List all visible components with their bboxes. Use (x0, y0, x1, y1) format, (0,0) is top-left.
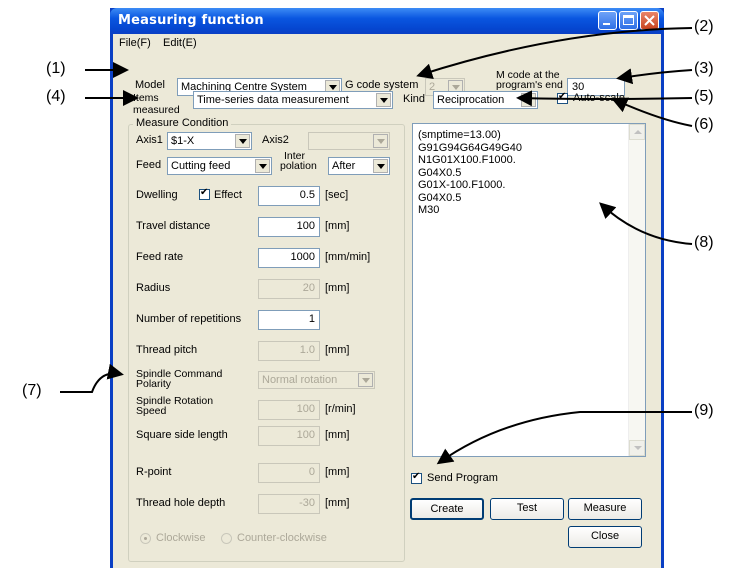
feed-select[interactable]: Cutting feed (167, 157, 272, 175)
scroll-down-icon[interactable] (629, 440, 645, 456)
square-side-input[interactable]: 100 (258, 426, 320, 446)
axis1-value: $1-X (171, 135, 195, 147)
measure-condition-title: Measure Condition (133, 117, 232, 129)
thread-hole-depth-unit: [mm] (325, 497, 350, 509)
kind-select-value: Reciprocation (437, 94, 505, 106)
feed-value: Cutting feed (171, 160, 231, 172)
chevron-down-icon (521, 93, 536, 107)
feed-label: Feed (136, 159, 162, 171)
items-measured-select[interactable]: Time-series data measurement (193, 91, 393, 109)
program-text: (smptime=13.00) G91G94G64G49G40 N1G01X10… (418, 129, 522, 216)
dwelling-unit: [sec] (325, 189, 349, 201)
items-measured-value: Time-series data measurement (197, 94, 349, 106)
radius-unit: [mm] (325, 282, 350, 294)
gcode-label: G code system (345, 79, 419, 91)
feed-rate-unit: [mm/min] (325, 251, 371, 263)
axis1-label: Axis1 (136, 134, 163, 146)
callout-6: (6) (694, 116, 714, 133)
model-label: Model (135, 79, 165, 91)
scroll-up-icon[interactable] (629, 124, 645, 140)
counter-clockwise-label: Counter-clockwise (237, 532, 327, 544)
interpolation-label: Inter polation (280, 150, 317, 172)
effect-checkbox[interactable] (199, 187, 210, 200)
test-button[interactable]: Test (490, 498, 564, 520)
program-scrollbar[interactable] (628, 124, 645, 456)
repetitions-label: Number of repetitions (136, 313, 242, 325)
thread-pitch-input[interactable]: 1.0 (258, 341, 320, 361)
dwelling-input[interactable]: 0.5 (258, 186, 320, 206)
spindle-speed-unit: [r/min] (325, 403, 356, 415)
axis1-select[interactable]: $1-X (167, 132, 252, 150)
repetitions-input[interactable]: 1 (258, 310, 320, 330)
send-program-checkbox[interactable] (411, 471, 422, 484)
axis2-label: Axis2 (262, 134, 289, 146)
chevron-down-icon (376, 93, 391, 107)
callout-3: (3) (694, 60, 714, 77)
callout-7: (7) (22, 382, 42, 399)
dwelling-label: Dwelling (136, 189, 178, 201)
travel-distance-label: Travel distance (136, 220, 211, 232)
radius-label: Radius (136, 282, 171, 294)
send-program-label: Send Program (427, 472, 498, 484)
r-point-label: R-point (136, 466, 172, 478)
feed-rate-label: Feed rate (136, 251, 184, 263)
mcode-label: M code at the program's end (496, 69, 563, 91)
kind-select[interactable]: Reciprocation (433, 91, 538, 109)
thread-hole-depth-label: Thread hole depth (136, 497, 226, 509)
callout-5: (5) (694, 88, 714, 105)
radius-input[interactable]: 20 (258, 279, 320, 299)
measuring-function-window: Measuring function File(F) Edit(E) Model… (110, 8, 664, 568)
close-icon[interactable] (640, 11, 659, 30)
spindle-polarity-select[interactable]: Normal rotation (258, 371, 375, 389)
window-title: Measuring function (118, 13, 264, 28)
measure-button[interactable]: Measure (568, 498, 642, 520)
callout-2: (2) (694, 18, 714, 35)
clockwise-radio[interactable] (140, 533, 151, 544)
travel-distance-input[interactable]: 100 (258, 217, 320, 237)
menu-bar: File(F) Edit(E) (113, 34, 661, 52)
create-button[interactable]: Create (410, 498, 484, 520)
spindle-polarity-label: Spindle Command Polarity (136, 368, 223, 390)
thread-pitch-label: Thread pitch (136, 344, 198, 356)
effect-label: Effect (214, 189, 242, 201)
square-side-unit: [mm] (325, 429, 350, 441)
callout-4: (4) (46, 88, 66, 105)
chevron-down-icon (373, 134, 388, 148)
spindle-speed-input[interactable]: 100 (258, 400, 320, 420)
thread-pitch-unit: [mm] (325, 344, 350, 356)
clockwise-label: Clockwise (156, 532, 206, 544)
chevron-down-icon (255, 159, 270, 173)
program-textarea[interactable]: (smptime=13.00) G91G94G64G49G40 N1G01X10… (412, 123, 646, 457)
autoscale-checkbox[interactable] (557, 91, 568, 104)
spindle-polarity-value: Normal rotation (262, 374, 338, 386)
autoscale-label: Auto-scale (573, 92, 625, 104)
axis2-select[interactable] (308, 132, 390, 150)
r-point-unit: [mm] (325, 466, 350, 478)
spindle-speed-label: Spindle Rotation Speed (136, 395, 214, 417)
minimize-icon[interactable] (598, 11, 617, 30)
feed-rate-input[interactable]: 1000 (258, 248, 320, 268)
square-side-label: Square side length (136, 429, 228, 441)
chevron-down-icon (373, 159, 388, 173)
callout-1: (1) (46, 60, 66, 77)
maximize-icon[interactable] (619, 11, 638, 30)
chevron-down-icon (235, 134, 250, 148)
callout-8: (8) (694, 234, 714, 251)
menu-file[interactable]: File(F) (119, 37, 151, 49)
close-button[interactable]: Close (568, 526, 642, 548)
interpolation-value: After (332, 160, 356, 172)
chevron-down-icon (358, 373, 373, 387)
kind-label: Kind (403, 93, 426, 105)
counter-clockwise-radio[interactable] (221, 533, 232, 544)
menu-edit[interactable]: Edit(E) (163, 37, 197, 49)
callout-9: (9) (694, 402, 714, 419)
interpolation-select[interactable]: After (328, 157, 390, 175)
title-bar: Measuring function (110, 8, 664, 34)
r-point-input[interactable]: 0 (258, 463, 320, 483)
thread-hole-depth-input[interactable]: -30 (258, 494, 320, 514)
travel-distance-unit: [mm] (325, 220, 350, 232)
